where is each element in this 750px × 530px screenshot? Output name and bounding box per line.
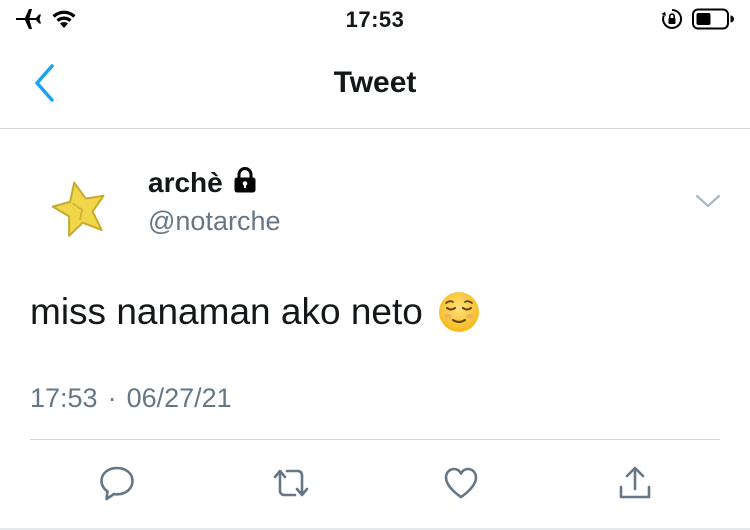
page-title: Tweet <box>333 66 417 99</box>
navigation-bar: Tweet <box>0 42 750 129</box>
lock-icon <box>231 166 259 199</box>
orientation-lock-icon <box>660 7 684 36</box>
retweet-button[interactable] <box>266 460 316 510</box>
tweet-header: archè @notarche <box>0 150 750 250</box>
share-button[interactable] <box>610 460 660 510</box>
chevron-down-icon <box>694 192 722 215</box>
tweet-time: 17:53 <box>30 383 98 413</box>
tweet-body: miss nanaman ako neto <box>30 291 423 332</box>
status-bar: 17:53 <box>0 0 750 42</box>
user-handle[interactable]: @notarche <box>148 206 280 237</box>
display-name[interactable]: archè <box>148 167 223 199</box>
tweet-text: miss nanaman ako neto <box>30 290 481 334</box>
like-icon <box>441 463 481 508</box>
meta-separator: · <box>107 383 117 413</box>
reply-icon <box>97 463 137 508</box>
like-button[interactable] <box>436 460 486 510</box>
display-name-row: archè <box>148 166 259 199</box>
divider <box>30 439 720 440</box>
tweet-actions <box>0 460 750 510</box>
more-options-button[interactable] <box>690 188 726 218</box>
battery-icon <box>692 8 734 35</box>
tweet-timestamp: 17:53 · 06/27/21 <box>30 383 232 414</box>
retweet-icon <box>269 463 313 508</box>
status-right <box>660 8 734 34</box>
share-icon <box>615 463 655 508</box>
reply-button[interactable] <box>92 460 142 510</box>
relieved-face-emoji <box>437 290 481 334</box>
status-time: 17:53 <box>345 7 405 32</box>
avatar[interactable] <box>30 160 130 250</box>
tweet-date: 06/27/21 <box>126 383 232 413</box>
